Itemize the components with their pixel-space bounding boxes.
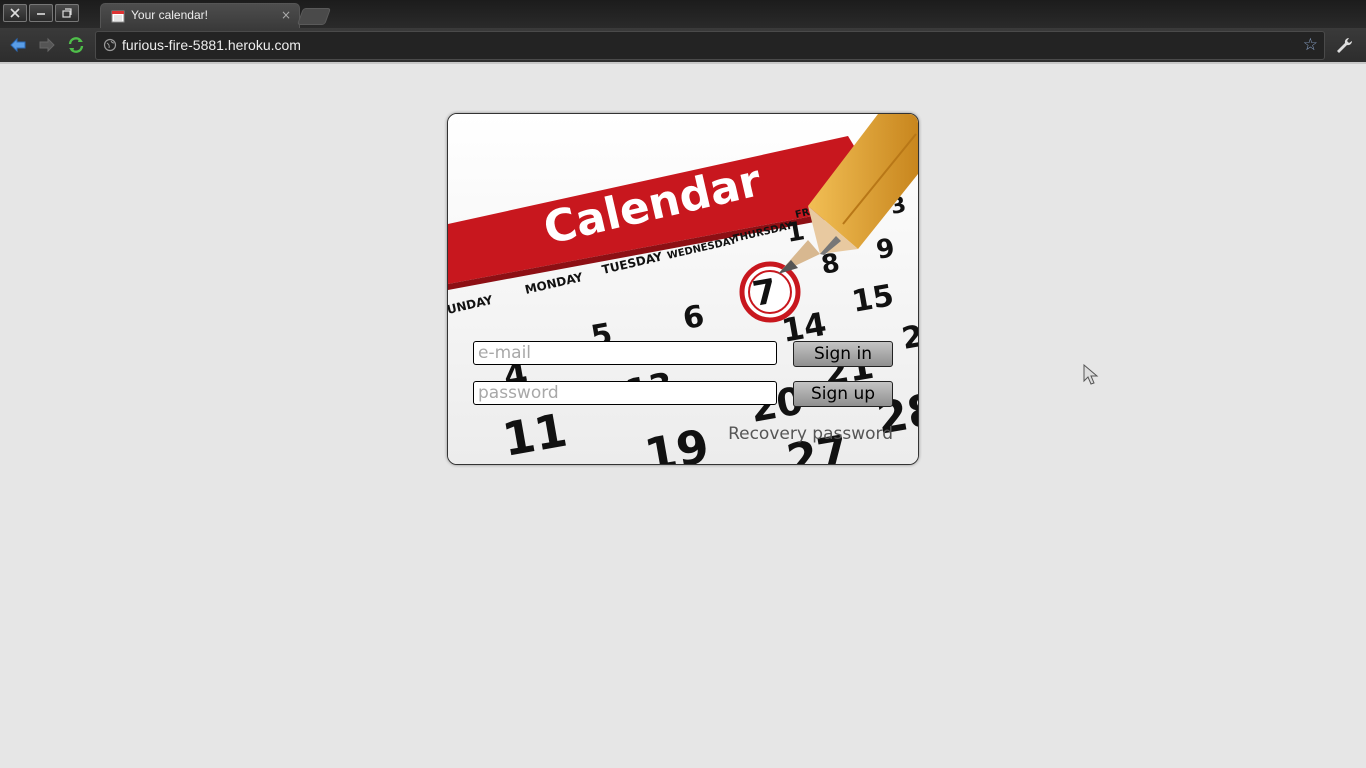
close-icon: [10, 8, 20, 18]
address-bar[interactable]: furious-fire-5881.heroku.com ☆: [95, 31, 1325, 60]
tab-close-icon[interactable]: ×: [281, 8, 291, 22]
sign-up-button[interactable]: Sign up: [793, 381, 893, 407]
reload-icon[interactable]: [67, 36, 85, 54]
tab-strip: Your calendar! ×: [0, 0, 1366, 29]
globe-icon: [103, 38, 117, 52]
calendar-icon: [111, 10, 125, 23]
window-restore-button[interactable]: [55, 4, 79, 22]
browser-chrome: Your calendar! × furious-fire-5881.herok…: [0, 0, 1366, 62]
password-input[interactable]: [473, 381, 777, 405]
minimize-icon: [37, 13, 45, 15]
date-number: 15: [849, 278, 896, 320]
forward-icon[interactable]: [38, 36, 56, 54]
date-number: 11: [499, 403, 571, 464]
calendar-illustration: Calendar UNDAY MONDAY TUESDAY WEDNESDAY …: [448, 114, 918, 464]
toolbar: furious-fire-5881.heroku.com ☆: [0, 28, 1366, 62]
mouse-cursor-icon: [1083, 364, 1099, 385]
restore-icon: [62, 8, 72, 18]
window-minimize-button[interactable]: [29, 4, 53, 22]
wrench-icon[interactable]: [1335, 36, 1353, 54]
tab-title: Your calendar!: [131, 8, 208, 22]
sign-in-button[interactable]: Sign in: [793, 341, 893, 367]
tab-active[interactable]: Your calendar! ×: [100, 3, 300, 29]
star-icon[interactable]: ☆: [1303, 35, 1318, 55]
window-close-button[interactable]: [3, 4, 27, 22]
recovery-password-link[interactable]: Recovery password: [728, 424, 893, 444]
page-divider: [0, 62, 1366, 64]
back-icon[interactable]: [9, 36, 27, 54]
login-card: Calendar UNDAY MONDAY TUESDAY WEDNESDAY …: [447, 113, 919, 465]
email-input[interactable]: [473, 341, 777, 365]
url-text[interactable]: furious-fire-5881.heroku.com: [122, 37, 301, 53]
new-tab-button[interactable]: [296, 8, 332, 25]
